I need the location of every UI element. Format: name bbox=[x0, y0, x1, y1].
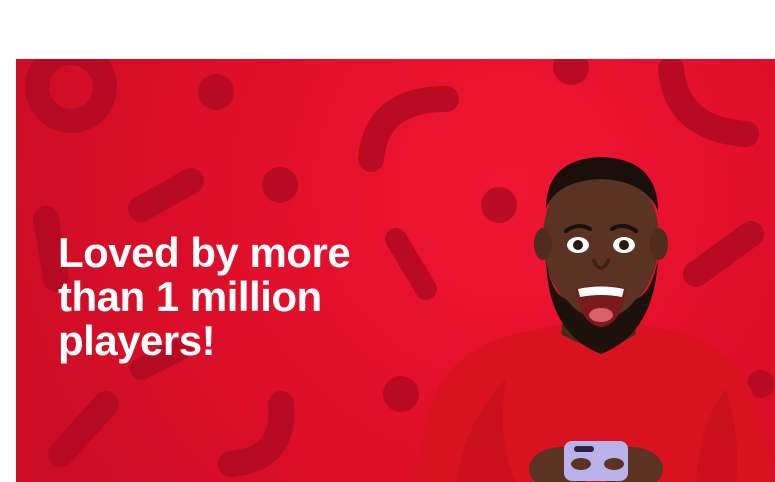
excited-player-image bbox=[416, 157, 775, 482]
dot-shape bbox=[553, 59, 589, 85]
dot-shape bbox=[262, 167, 298, 203]
pill-shape bbox=[48, 391, 119, 467]
ear-shape bbox=[650, 228, 668, 260]
dot-shape bbox=[198, 74, 234, 110]
pill-shape bbox=[128, 168, 204, 222]
arc-shape bbox=[218, 391, 295, 477]
promo-banner: Loved by more than 1 million players! bbox=[16, 59, 775, 482]
pill-shape bbox=[33, 206, 69, 292]
page: Loved by more than 1 million players! bbox=[0, 0, 775, 482]
ring-shape bbox=[25, 59, 117, 133]
ear-shape bbox=[534, 228, 552, 260]
